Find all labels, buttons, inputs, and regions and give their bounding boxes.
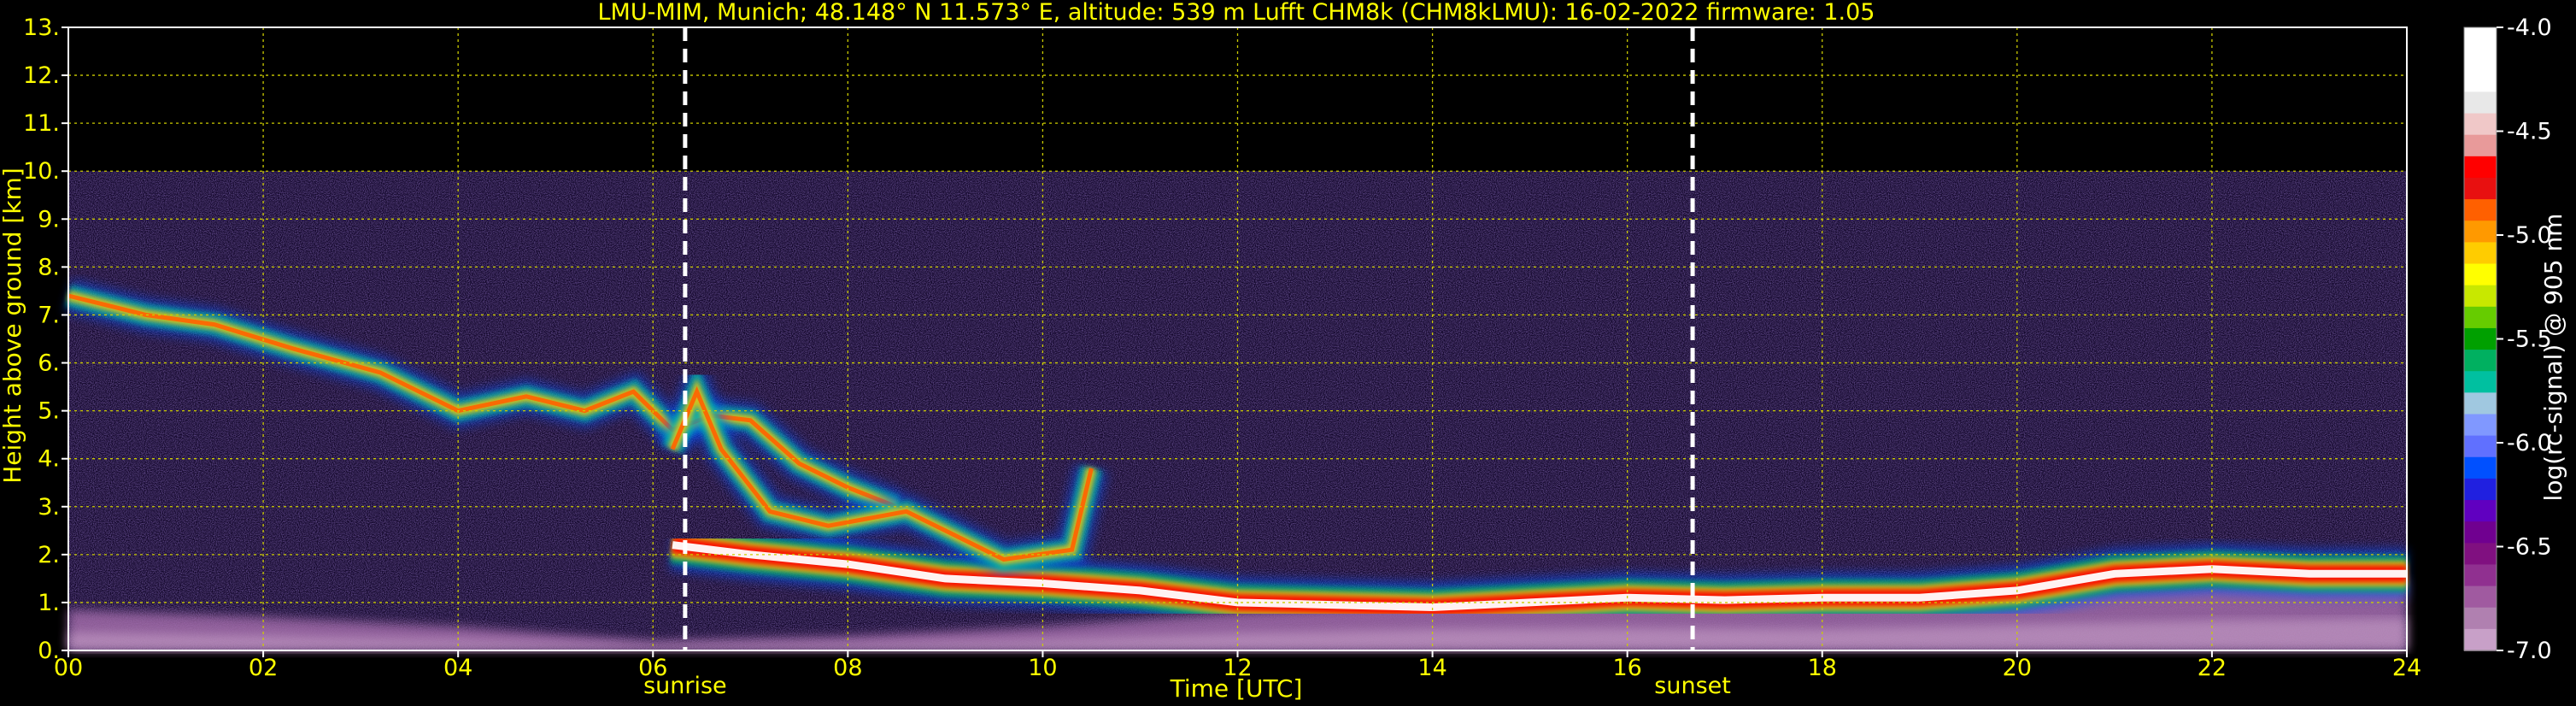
colorbar-segment xyxy=(2464,543,2497,566)
sunset-label: sunset xyxy=(1654,673,1731,699)
x-tick-label: 08 xyxy=(833,655,862,681)
colorbar-segment xyxy=(2464,199,2497,222)
y-tick-label: 13. xyxy=(23,15,60,41)
colorbar-segment xyxy=(2464,263,2497,286)
y-tick-label: 1. xyxy=(38,590,60,616)
plot-area xyxy=(64,26,2408,651)
colorbar-segment xyxy=(2464,564,2497,587)
colorbar-segment xyxy=(2464,456,2497,479)
x-tick-label: 06 xyxy=(638,655,667,681)
y-tick-label: 0. xyxy=(38,638,60,664)
x-tick-label: 02 xyxy=(249,655,278,681)
colorbar-segment xyxy=(2464,177,2497,200)
y-tick-label: 7. xyxy=(38,302,60,328)
colorbar-segment xyxy=(2464,585,2497,609)
colorbar-segment xyxy=(2464,628,2497,651)
colorbar-segment xyxy=(2464,242,2497,265)
colorbar-segment xyxy=(2464,607,2497,630)
x-tick-label: 10 xyxy=(1028,655,1057,681)
y-tick-label: 10. xyxy=(23,158,60,185)
y-tick-label: 11. xyxy=(23,110,60,137)
colorbar-segment xyxy=(2464,134,2497,157)
y-tick-label: 12. xyxy=(23,62,60,89)
colorbar-segment xyxy=(2464,221,2497,244)
y-tick-label: 5. xyxy=(38,398,60,425)
colorbar-segment xyxy=(2464,350,2497,373)
colorbar-tick-label: -4.0 xyxy=(2507,15,2552,41)
y-tick-label: 4. xyxy=(38,446,60,473)
colorbar-segment xyxy=(2464,435,2497,458)
x-tick-label: 04 xyxy=(443,655,472,681)
colorbar-segment xyxy=(2464,414,2497,437)
y-tick-label: 3. xyxy=(38,494,60,521)
x-axis-label: Time [UTC] xyxy=(1170,674,1303,703)
colorbar-tick-label: -6.5 xyxy=(2507,534,2552,561)
chart-title: LMU-MIM, Munich; 48.148° N 11.573° E, al… xyxy=(598,0,1875,26)
colorbar-segment xyxy=(2464,478,2497,501)
colorbar-segment xyxy=(2464,392,2497,415)
x-tick-label: 16 xyxy=(1612,655,1641,681)
colorbar-segment xyxy=(2464,27,2497,50)
colorbar-segment xyxy=(2464,49,2497,72)
x-tick-label: 14 xyxy=(1417,655,1446,681)
y-tick-label: 8. xyxy=(38,254,60,280)
x-tick-label: 20 xyxy=(2003,655,2032,681)
x-tick-label: 22 xyxy=(2198,655,2227,681)
x-tick-label: 18 xyxy=(1808,655,1837,681)
colorbar-segment xyxy=(2464,113,2497,136)
colorbar-segment xyxy=(2464,327,2497,350)
colorbar-tick-label: -7.0 xyxy=(2507,638,2552,664)
colorbar-segment xyxy=(2464,285,2497,308)
colorbar-segment xyxy=(2464,70,2497,93)
colorbar-segment xyxy=(2464,306,2497,329)
y-tick-label: 6. xyxy=(38,350,60,377)
x-tick-label: 24 xyxy=(2392,655,2421,681)
colorbar-segment xyxy=(2464,91,2497,115)
ceilometer-chart: sunrise sunset00 02 04 06 08 10 12 14 16 18 20 22 240… xyxy=(0,0,2567,703)
y-tick-label: 9. xyxy=(38,206,60,232)
y-axis-label: Height above ground [km] xyxy=(0,168,26,484)
colorbar-segment xyxy=(2464,371,2497,394)
colorbar-tick-label: -4.5 xyxy=(2507,119,2552,145)
colorbar-segment xyxy=(2464,500,2497,522)
colorbar-segment xyxy=(2464,521,2497,544)
colorbar-label: log(rc-signal) @ 905 nm xyxy=(2539,214,2567,502)
colorbar-segment xyxy=(2464,156,2497,179)
y-tick-label: 2. xyxy=(38,542,60,568)
